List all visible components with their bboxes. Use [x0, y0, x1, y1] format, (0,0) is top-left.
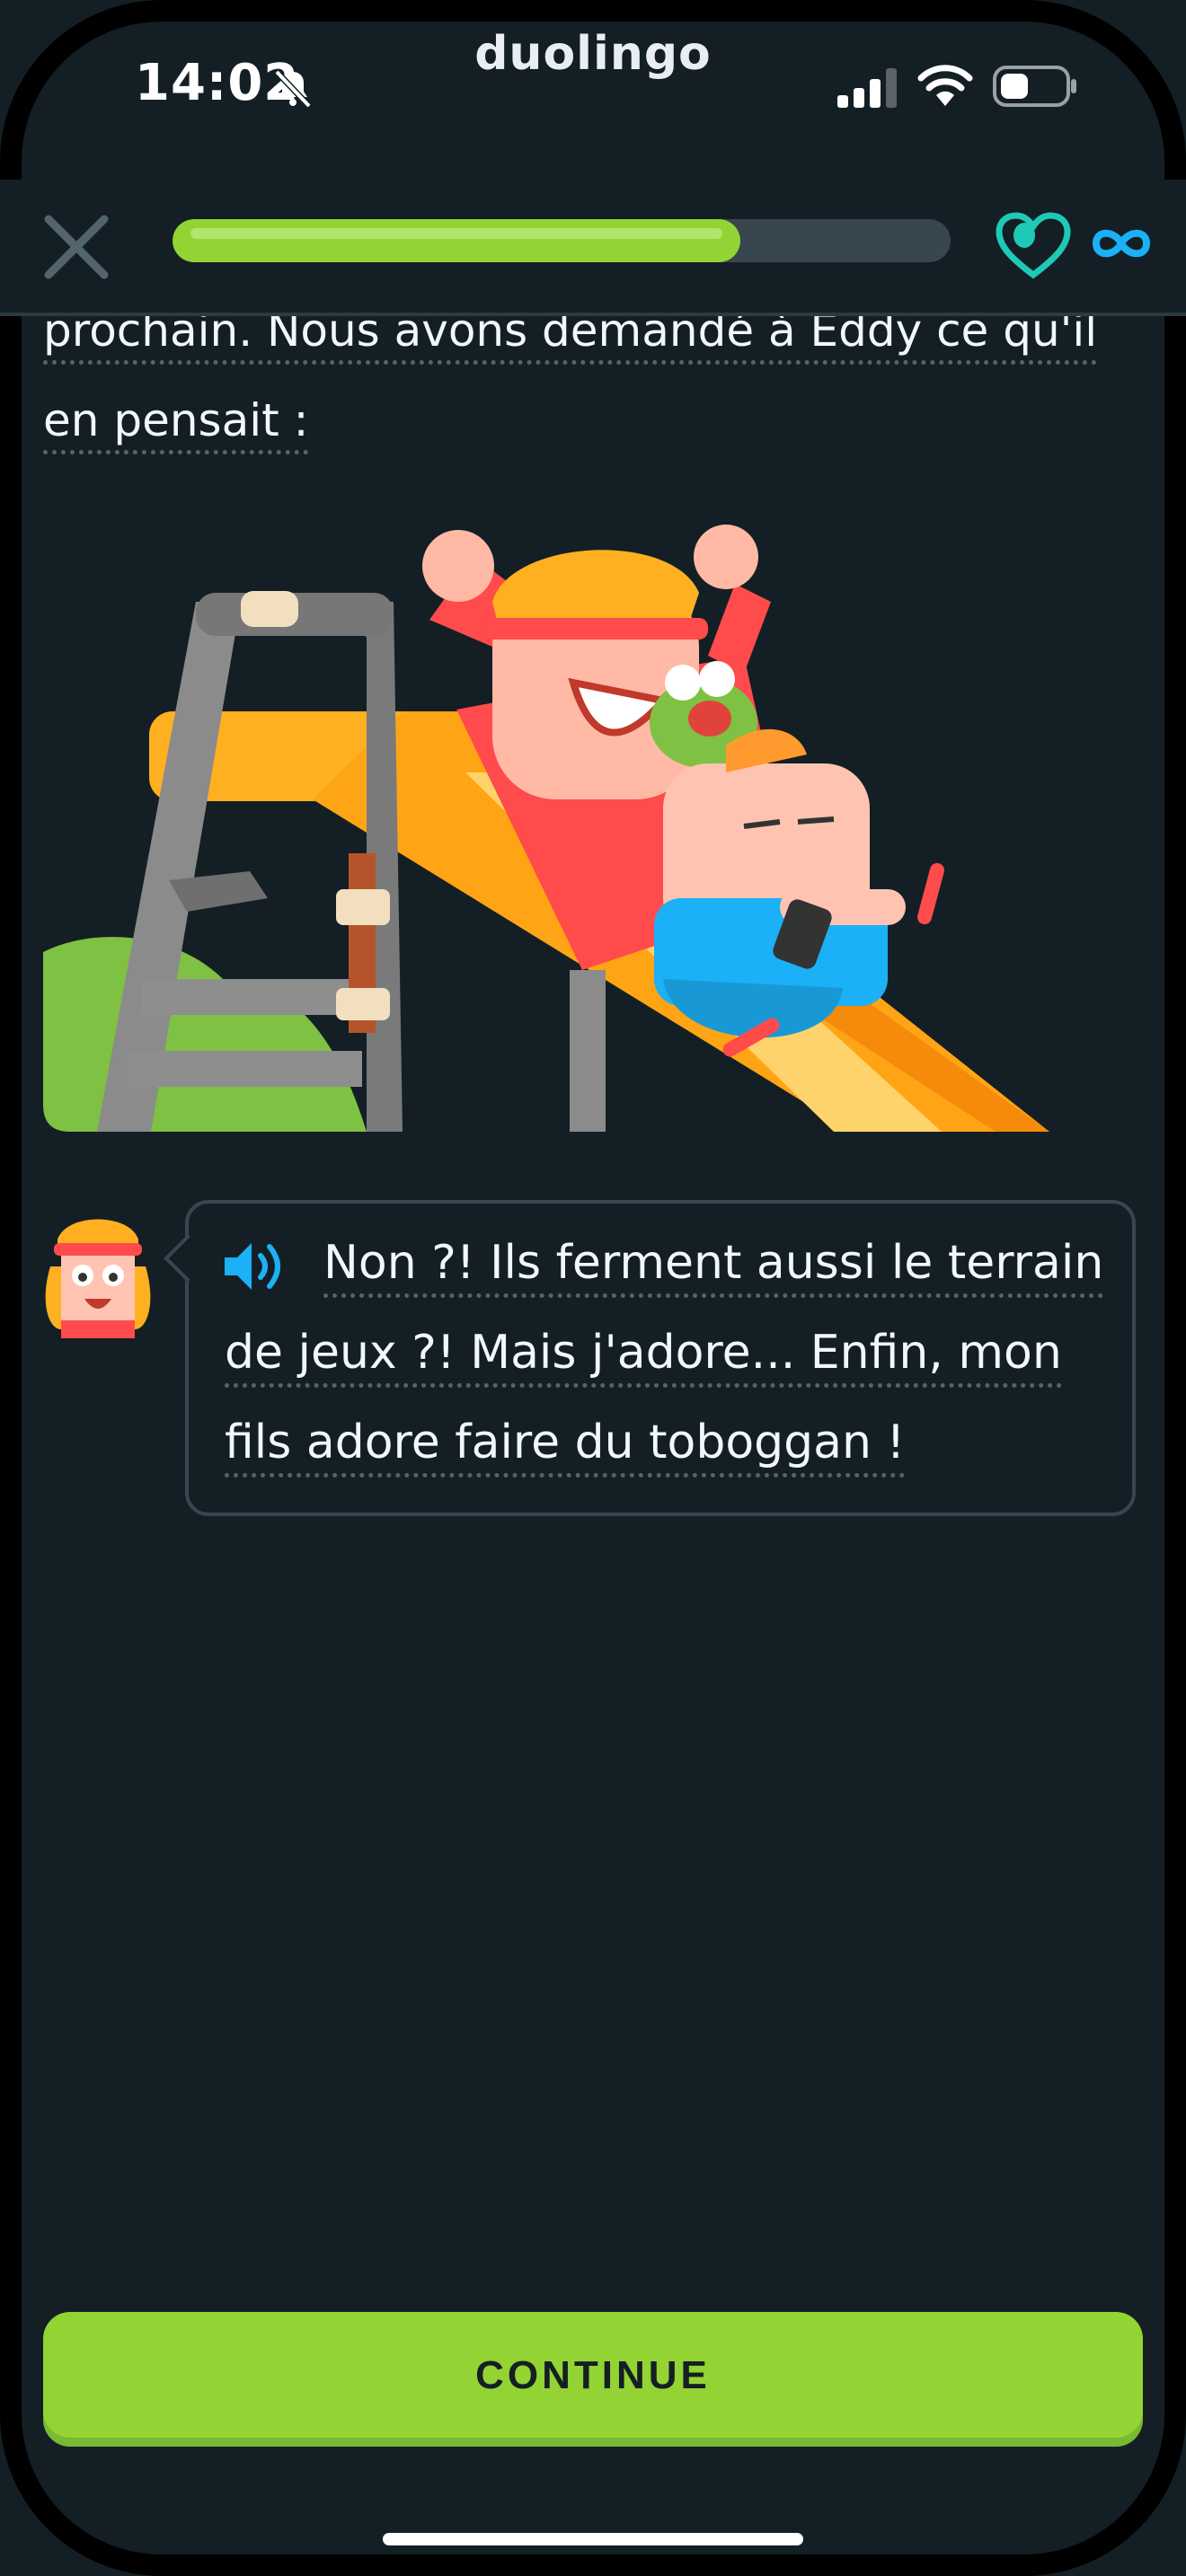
speech-bubble: Non ?! Ils ferment aussi le terrain de j…	[164, 1200, 1136, 1516]
ladder-step	[128, 1051, 362, 1087]
cellular-signal-icon	[837, 68, 897, 108]
story-line-text[interactable]: en pensait :	[43, 394, 309, 454]
bubble-tail	[164, 1234, 212, 1283]
dialogue-line: de jeux ?! Mais j'adore... Enfin, mon	[225, 1308, 1114, 1398]
ladder-bandage	[336, 889, 390, 925]
heart-icon	[996, 212, 1071, 279]
dialogue-line: fils adore faire du toboggan !	[225, 1398, 1114, 1487]
progress-highlight	[190, 228, 723, 239]
dialogue-line-text[interactable]: fils adore faire du toboggan !	[225, 1416, 906, 1478]
dialogue-line-text[interactable]: Non ?! Ils ferment aussi le terrain	[323, 1236, 1104, 1298]
motion-line	[917, 862, 944, 925]
status-bar: 14:02 duolingo	[0, 0, 1186, 180]
frog-eye	[665, 665, 701, 701]
bush-shape	[43, 937, 367, 1132]
child-eye	[797, 816, 835, 825]
continue-label: CONTINUE	[475, 2353, 711, 2397]
slide-support	[570, 970, 606, 1132]
speaker-avatar	[45, 1219, 151, 1338]
lesson-header: ∞	[0, 180, 1186, 316]
wifi-icon	[917, 65, 973, 106]
ladder-step	[142, 979, 349, 1015]
phone-screen: 14:02 duolingo prochain. Nous avons dema…	[0, 0, 1186, 2576]
frog-eye	[699, 661, 735, 697]
close-icon[interactable]	[36, 207, 117, 287]
home-indicator[interactable]	[383, 2533, 803, 2545]
parent-hand	[694, 525, 758, 589]
lesson-progress-fill	[173, 219, 741, 262]
parent-headband	[483, 618, 708, 640]
frog-mouth	[688, 701, 731, 737]
parent-hand	[422, 530, 494, 602]
story-line: en pensait :	[43, 375, 1148, 465]
ladder-bandage	[241, 591, 298, 627]
continue-button[interactable]: CONTINUE	[43, 2312, 1143, 2438]
ladder-bandage	[336, 988, 390, 1020]
dialogue-text: Non ?! Ils ferment aussi le terrain de j…	[225, 1218, 1114, 1487]
dialogue-line: Non ?! Ils ferment aussi le terrain	[225, 1218, 1114, 1308]
story-illustration	[43, 525, 1049, 1132]
lesson-progress-bar	[173, 219, 951, 262]
battery-icon	[993, 66, 1076, 107]
dialogue-line-text[interactable]: de jeux ?! Mais j'adore... Enfin, mon	[225, 1326, 1062, 1388]
infinity-icon	[1092, 229, 1151, 258]
